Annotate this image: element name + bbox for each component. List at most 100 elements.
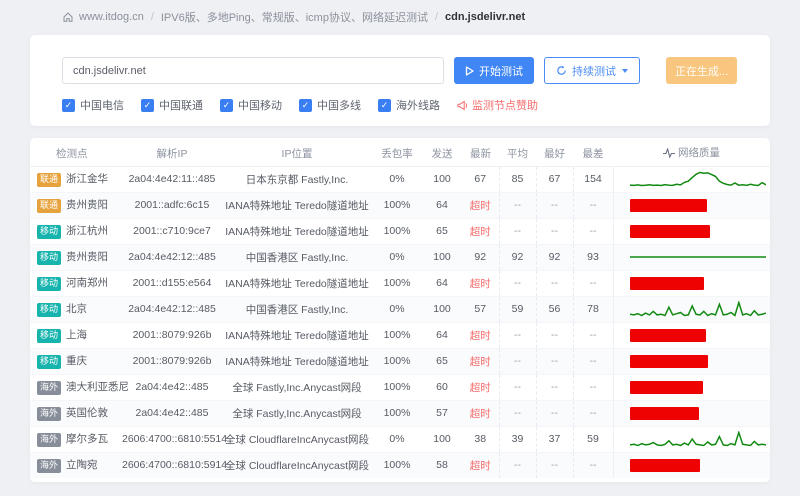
cell-ip-location: 日本东京都 Fastly,Inc.: [222, 166, 372, 193]
cell-quality: [612, 218, 770, 245]
cell-node: 移动 北京: [30, 296, 122, 323]
checkbox-checked-icon: [378, 98, 391, 112]
node-name: 澳大利亚悉尼: [66, 381, 130, 394]
node-name: 立陶宛: [66, 459, 98, 472]
cell-resolved-ip: 2a04:4e42:12::485: [122, 296, 222, 323]
generating-label: 正在生成...: [675, 65, 729, 78]
quality-sparkline: [629, 431, 766, 447]
breadcrumb-separator: /: [434, 11, 439, 23]
quality-timeout-bar: [629, 354, 709, 368]
cell-avg: --: [498, 452, 536, 478]
cell-node: 移动 贵州贵阳: [30, 244, 122, 271]
cell-best: --: [535, 452, 573, 478]
cell-loss: 100%: [372, 348, 422, 375]
carrier-badge: 海外: [37, 380, 62, 395]
carrier-badge: 联通: [37, 172, 62, 187]
carrier-badge: 移动: [37, 302, 62, 317]
cell-resolved-ip: 2a04:4e42::485: [122, 374, 222, 401]
cell-quality: [612, 348, 770, 375]
cell-avg: 92: [498, 244, 536, 271]
cell-loss: 0%: [372, 244, 422, 271]
breadcrumb-separator: /: [150, 11, 154, 23]
cell-best: 56: [535, 296, 573, 323]
cell-avg: --: [498, 400, 536, 427]
cell-sent: 58: [422, 452, 462, 478]
cell-ip-location: 全球 CloudflareIncAnycast网段: [222, 452, 372, 478]
carrier-badge: 移动: [37, 250, 62, 265]
cell-worst: 59: [572, 426, 613, 453]
node-name: 浙江金华: [66, 173, 109, 186]
quality-timeout-bar: [629, 406, 699, 420]
cell-best: 67: [535, 166, 573, 193]
cell-sent: 64: [422, 270, 462, 297]
cell-sent: 64: [422, 192, 462, 219]
cell-worst: --: [572, 400, 613, 427]
cell-resolved-ip: 2a04:4e42:11::485: [122, 166, 222, 193]
cell-ip-location: 中国香港区 Fastly,Inc.: [222, 296, 372, 323]
carrier-badge: 移动: [37, 328, 62, 343]
cell-sent: 100: [422, 244, 462, 271]
table-row: 移动 上海 2001::8079:926b IANA特殊地址 Teredo隧道地址 10…: [30, 322, 770, 349]
cell-ip-location: 全球 CloudflareIncAnycast网段: [222, 426, 372, 453]
table-row: 移动 河南郑州 2001::d155:e564 IANA特殊地址 Teredo隧道地址…: [30, 270, 770, 297]
search-card: 开始测试 持续测试 正在生成... 中国电信 中国联通 中国移动 中国多线 海外线路 监…: [30, 35, 770, 126]
cell-resolved-ip: 2606:4700::6810:5514: [122, 426, 227, 453]
continuous-test-button[interactable]: 持续测试: [544, 57, 640, 84]
checkbox-label: 中国联通: [159, 100, 203, 112]
breadcrumb-home-link[interactable]: www.itdog.cn: [79, 11, 144, 23]
cell-avg: --: [498, 192, 536, 219]
cell-loss: 100%: [372, 270, 422, 297]
sponsor-link[interactable]: 监测节点赞助: [457, 97, 538, 113]
cell-sent: 65: [422, 348, 462, 375]
cell-sent: 60: [422, 374, 462, 401]
host-input[interactable]: [62, 57, 444, 84]
line-checkbox-1[interactable]: 中国联通: [141, 97, 203, 113]
quality-timeout-bar: [629, 276, 705, 290]
checkbox-label: 中国电信: [80, 100, 124, 112]
generating-button[interactable]: 正在生成...: [666, 57, 738, 84]
cell-avg: --: [498, 322, 536, 349]
cell-loss: 0%: [372, 166, 422, 193]
line-checkbox-2[interactable]: 中国移动: [220, 97, 282, 113]
cell-ip-location: IANA特殊地址 Teredo隧道地址: [222, 348, 372, 375]
line-checkbox-4[interactable]: 海外线路: [378, 97, 440, 113]
cell-loss: 100%: [372, 218, 422, 245]
col-header-loss: 丢包率: [372, 141, 422, 167]
start-test-button[interactable]: 开始测试: [454, 57, 534, 84]
cell-latest: 超时: [462, 322, 499, 349]
megaphone-icon: [457, 99, 468, 111]
line-checkbox-3[interactable]: 中国多线: [299, 97, 361, 113]
breadcrumb-path-link[interactable]: IPV6版、多地Ping、常规版、icmp协议、网络延迟测试: [161, 9, 428, 25]
table-row: 移动 贵州贵阳 2a04:4e42:12::485 中国香港区 Fastly,Inc.…: [30, 244, 770, 271]
cell-sent: 100: [422, 426, 462, 453]
quality-sparkline: [629, 171, 766, 187]
node-name: 贵州贵阳: [66, 199, 109, 212]
col-header-resolved-ip: 解析IP: [122, 141, 222, 167]
cell-avg: 59: [498, 296, 536, 323]
cell-quality: [612, 166, 770, 193]
quality-timeout-bar: [629, 458, 701, 472]
cell-loss: 100%: [372, 322, 422, 349]
cell-worst: --: [572, 218, 613, 245]
cell-ip-location: IANA特殊地址 Teredo隧道地址: [222, 270, 372, 297]
results-card: 检测点 解析IP IP位置 丢包率 发送 最新 平均 最好 最差 网络质量 联通…: [30, 138, 770, 482]
cell-node: 联通 贵州贵阳: [30, 192, 122, 219]
quality-timeout-bar: [629, 224, 710, 238]
cell-best: 37: [535, 426, 573, 453]
table-header-row: 检测点 解析IP IP位置 丢包率 发送 最新 平均 最好 最差 网络质量: [30, 141, 770, 167]
cell-node: 海外 英国伦敦: [30, 400, 122, 427]
cell-sent: 65: [422, 218, 462, 245]
cell-sent: 100: [422, 166, 462, 193]
node-name: 英国伦敦: [66, 407, 109, 420]
cell-resolved-ip: 2001::c710:9ce7: [122, 218, 222, 245]
cell-best: --: [535, 322, 573, 349]
cell-avg: --: [498, 374, 536, 401]
cell-latest: 67: [462, 166, 499, 193]
col-header-ip-location: IP位置: [222, 141, 372, 167]
line-checkbox-0[interactable]: 中国电信: [62, 97, 124, 113]
cell-quality: [612, 270, 770, 297]
cell-node: 海外 摩尔多瓦: [30, 426, 122, 453]
results-table: 检测点 解析IP IP位置 丢包率 发送 最新 平均 最好 最差 网络质量 联通…: [30, 141, 770, 478]
refresh-icon: [556, 65, 567, 76]
col-header-quality: 网络质量: [613, 141, 770, 167]
